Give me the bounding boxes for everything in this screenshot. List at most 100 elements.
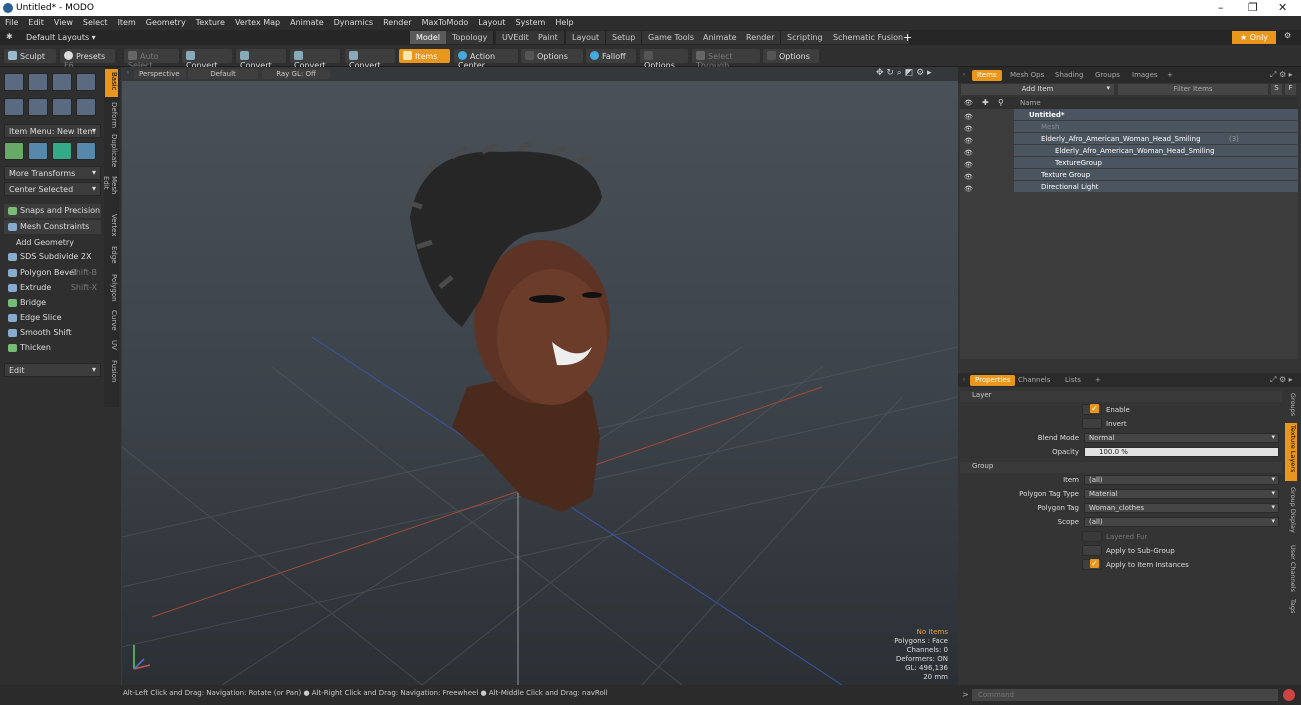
tab-paint[interactable]: Paint [532, 31, 565, 44]
side-tab-basic[interactable]: Basic [105, 69, 118, 97]
tool-polygon-bevel[interactable]: Polygon Bevel Shift-B [4, 266, 101, 280]
side-tab-curve[interactable]: Curve [105, 307, 118, 335]
menu-edit[interactable]: Edit [23, 16, 49, 27]
tool-extrude[interactable]: Extrude Shift-X [4, 281, 101, 295]
add-item-dropdown[interactable]: Add Item ▾ [961, 84, 1114, 95]
side-tab-polygon[interactable]: Polygon [105, 271, 118, 305]
tree-row-group[interactable]: Elderly_Afro_American_Woman_Head_Smiling… [975, 133, 1301, 145]
action-center-options-button[interactable]: Options [521, 49, 583, 63]
menu-vertex-map[interactable]: Vertex Map [230, 16, 285, 27]
convert-edge-button[interactable]: Convert [236, 49, 286, 70]
search-button[interactable]: S [1271, 84, 1282, 95]
item-dropdown[interactable]: (all) [1084, 475, 1279, 485]
tree-row-mesh[interactable]: Mesh [975, 121, 1301, 133]
side-tab-uv[interactable]: UV [105, 337, 118, 355]
panel-options-icon[interactable]: ⤢ ⚙ ▸ [1270, 70, 1293, 80]
tab-items[interactable]: Items [972, 70, 1002, 81]
blend-mode-dropdown[interactable]: Normal [1084, 433, 1279, 443]
apply-instances-checkbox[interactable] [1082, 559, 1102, 570]
tab-schematic-fusion[interactable]: Schematic Fusion [827, 31, 911, 44]
tab-lists[interactable]: Lists [1060, 375, 1086, 386]
side-tab-vertex[interactable]: Vertex [105, 211, 118, 241]
tab-topology[interactable]: Topology [446, 31, 495, 44]
center-selected-dropdown[interactable]: Center Selected [4, 182, 101, 196]
add-tab-button[interactable]: + [903, 31, 912, 44]
scale-icon[interactable] [76, 142, 96, 160]
close-button[interactable]: ✕ [1278, 1, 1287, 14]
3d-viewport[interactable]: ◦ Perspective Default Ray GL: Off ✥ ↻ ⌕ … [122, 67, 958, 685]
menu-animate[interactable]: Animate [285, 16, 329, 27]
action-center-button[interactable]: Action Center [454, 49, 518, 70]
menu-file[interactable]: File [0, 16, 23, 27]
minimize-button[interactable]: – [1218, 1, 1224, 14]
tab-channels[interactable]: Channels [1013, 375, 1055, 386]
command-input[interactable] [972, 689, 1278, 701]
falloff-options-button[interactable]: Options [640, 49, 688, 70]
side-tab-fusion[interactable]: Fusion [105, 357, 118, 387]
panel-menu-icon[interactable]: ◦ [962, 71, 966, 79]
tool-thicken[interactable]: Thicken [4, 341, 101, 355]
layer-section-header[interactable]: Layer [960, 391, 1282, 402]
side-tab-user-channels[interactable]: User Channels [1285, 543, 1297, 593]
poly-tag-dropdown[interactable]: Woman_clothes [1084, 503, 1279, 513]
maximize-button[interactable]: ❐ [1248, 1, 1258, 14]
menu-system[interactable]: System [511, 16, 551, 27]
raygl-toggle[interactable]: Ray GL: Off [262, 69, 330, 79]
tree-row-scene[interactable]: Untitled* [975, 109, 1301, 121]
tree-row-texturegroup[interactable]: TextureGroup [975, 157, 1301, 169]
side-tab-duplicate[interactable]: Duplicate [105, 131, 118, 171]
more-transforms-dropdown[interactable]: More Transforms [4, 166, 101, 180]
side-tab-group-display[interactable]: Group Display [1285, 485, 1297, 539]
cylinder-icon[interactable] [52, 73, 72, 91]
group-section-header[interactable]: Group [960, 462, 1282, 473]
properties-options-icon[interactable]: ⤢ ⚙ ▸ [1270, 375, 1293, 385]
auto-select-button[interactable]: Auto Select [124, 49, 179, 70]
mesh-constraints-button[interactable]: Mesh Constraints [4, 220, 101, 234]
grid-icon[interactable] [28, 142, 48, 160]
menu-render[interactable]: Render [378, 16, 416, 27]
sculpt-button[interactable]: Sculpt [4, 49, 56, 63]
filter-items-input[interactable]: Filter Items [1118, 84, 1268, 95]
presets-button[interactable]: Presets F6 [60, 49, 115, 70]
tab-game-tools[interactable]: Game Tools [642, 31, 702, 44]
view-perspective-dropdown[interactable]: Perspective [134, 69, 186, 79]
menu-view[interactable]: View [49, 16, 78, 27]
layered-fur-checkbox[interactable] [1082, 531, 1102, 542]
tree-row-light[interactable]: Directional Light [975, 181, 1301, 193]
move-icon[interactable] [4, 142, 24, 160]
tool-smooth-shift[interactable]: Smooth Shift [4, 326, 101, 340]
menu-geometry[interactable]: Geometry [141, 16, 191, 27]
tab-groups[interactable]: Groups [1090, 70, 1125, 81]
name-column-header[interactable]: Name [1020, 99, 1041, 107]
capsule-icon[interactable] [28, 98, 48, 116]
enable-checkbox[interactable] [1082, 404, 1102, 415]
tool-bridge[interactable]: Bridge [4, 296, 101, 310]
convert-polygon-button[interactable]: Convert [290, 49, 340, 70]
tab-model[interactable]: Model [410, 31, 448, 44]
menu-select[interactable]: Select [78, 16, 113, 27]
menu-dynamics[interactable]: Dynamics [329, 16, 378, 27]
settings-gear-icon[interactable]: ⚙ [1284, 31, 1291, 40]
convert-material-button[interactable]: Convert [345, 49, 395, 70]
only-toggle[interactable]: ★ Only [1232, 31, 1276, 44]
sphere-icon[interactable] [28, 73, 48, 91]
falloff-button[interactable]: Falloff [586, 49, 636, 63]
tab-setup[interactable]: Setup [606, 31, 643, 44]
shading-dropdown[interactable]: Default [188, 69, 258, 79]
convert-vertex-button[interactable]: Convert [182, 49, 232, 70]
side-tab-texture-layers[interactable]: Texture Layers [1285, 423, 1297, 481]
record-icon[interactable] [1283, 689, 1295, 701]
menu-layout[interactable]: Layout [473, 16, 510, 27]
cube-icon[interactable] [4, 73, 24, 91]
torus-icon[interactable] [4, 98, 24, 116]
layout-selector[interactable]: Default Layouts ▾ [26, 33, 96, 42]
properties-menu-icon[interactable]: ◦ [962, 376, 966, 384]
tree-row-texture-group[interactable]: Texture Group [975, 169, 1301, 181]
scope-dropdown[interactable]: (all) [1084, 517, 1279, 527]
filter-button[interactable]: F [1285, 84, 1296, 95]
side-tab-tags[interactable]: Tags [1285, 597, 1297, 619]
viewport-nav-icons[interactable]: ✥ ↻ ⌕ ◩ ⚙ ▸ [876, 68, 932, 78]
plane-icon[interactable] [52, 98, 72, 116]
tab-mesh-ops[interactable]: Mesh Ops [1005, 70, 1049, 81]
menu-texture[interactable]: Texture [191, 16, 230, 27]
